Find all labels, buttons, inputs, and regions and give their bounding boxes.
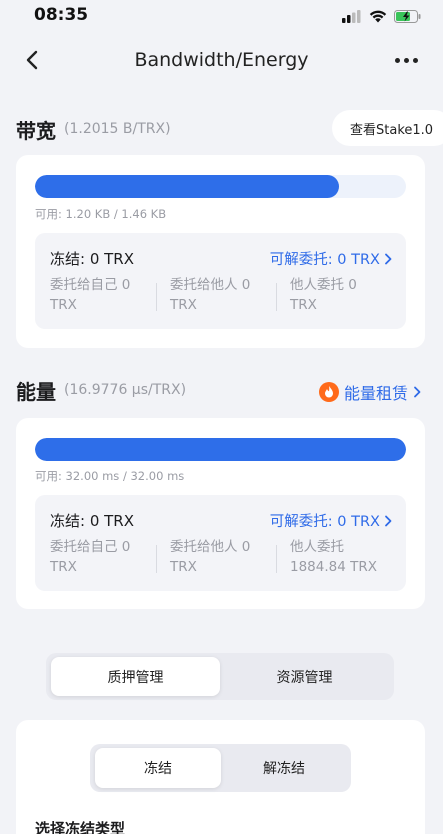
flame-icon	[318, 382, 339, 402]
bandwidth-rate: (1.2015 B/TRX)	[64, 121, 171, 137]
bandwidth-delegated-by-others: 他人委托 0 TRX	[290, 275, 357, 315]
energy-detail-box: 冻结: 0 TRX 可解委托: 0 TRX 委托给自己 0 TRX 委托给他人 …	[35, 495, 406, 591]
nav-bar: Bandwidth/Energy	[0, 34, 443, 88]
stat-label: 他人委托	[290, 539, 344, 555]
energy-undelegate-label: 可解委托: 0 TRX	[269, 514, 380, 530]
divider	[276, 545, 277, 573]
view-stake-button[interactable]: 查看Stake1.0	[332, 110, 443, 146]
stat-unit: TRX	[170, 297, 197, 313]
more-horizontal-icon	[412, 57, 418, 63]
energy-title: 能量	[16, 379, 56, 404]
stat-unit: TRX	[50, 297, 77, 313]
energy-delegated-by-others: 他人委托 1884.84 TRX	[290, 537, 377, 577]
more-button[interactable]	[391, 46, 421, 74]
energy-undelegate-link[interactable]: 可解委托: 0 TRX	[270, 510, 392, 531]
stat-unit: 1884.84 TRX	[290, 559, 377, 575]
energy-rent-link[interactable]: 能量租赁	[318, 380, 421, 404]
battery-charging-icon	[394, 8, 421, 27]
tab-freeze[interactable]: 冻结	[95, 748, 221, 788]
bandwidth-title: 带宽	[16, 118, 56, 143]
status-bar: 08:35	[0, 0, 443, 34]
stat-label: 委托给他人 0	[170, 539, 251, 555]
freeze-card: 冻结 解冻结 选择冻结类型	[16, 720, 425, 834]
energy-card: 可用: 32.00 ms / 32.00 ms 冻结: 0 TRX 可解委托: …	[16, 418, 425, 609]
energy-delegated-self: 委托给自己 0 TRX	[50, 537, 130, 577]
energy-rate: (16.9776 μs/TRX)	[64, 382, 187, 398]
stat-unit: TRX	[50, 559, 77, 575]
chevron-right-icon	[414, 386, 421, 398]
energy-usage: 可用: 32.00 ms / 32.00 ms	[35, 469, 185, 483]
tab-stake-manage[interactable]: 质押管理	[51, 657, 220, 696]
wifi-icon	[369, 8, 387, 27]
more-horizontal-icon	[394, 57, 400, 63]
bandwidth-card: 可用: 1.20 KB / 1.46 KB 冻结: 0 TRX 可解委托: 0 …	[16, 155, 425, 348]
more-horizontal-icon	[403, 57, 409, 63]
status-icons	[342, 8, 421, 27]
stat-label: 委托给自己 0	[50, 539, 131, 555]
bandwidth-frozen: 冻结: 0 TRX	[50, 250, 134, 268]
bandwidth-undelegate-link[interactable]: 可解委托: 0 TRX	[270, 248, 392, 269]
tab-unfreeze[interactable]: 解冻结	[221, 748, 347, 788]
stat-label: 委托给自己 0	[50, 277, 131, 293]
status-time: 08:35	[34, 5, 89, 25]
stat-unit: TRX	[290, 297, 317, 313]
divider	[156, 545, 157, 573]
stat-unit: TRX	[170, 559, 197, 575]
chevron-right-icon	[385, 253, 392, 264]
energy-delegated-others: 委托给他人 0 TRX	[170, 537, 250, 577]
bandwidth-delegated-others: 委托给他人 0 TRX	[170, 275, 250, 315]
energy-progress	[35, 438, 406, 461]
bandwidth-detail-box: 冻结: 0 TRX 可解委托: 0 TRX 委托给自己 0 TRX 委托给他人 …	[35, 233, 406, 329]
bandwidth-usage: 可用: 1.20 KB / 1.46 KB	[35, 207, 167, 221]
manage-segmented-control: 质押管理 资源管理	[46, 653, 394, 700]
bandwidth-progress	[35, 175, 406, 198]
energy-rent-label: 能量租赁	[343, 384, 408, 403]
choose-freeze-type-label: 选择冻结类型	[35, 820, 126, 834]
energy-frozen: 冻结: 0 TRX	[50, 512, 134, 530]
divider	[276, 283, 277, 311]
bandwidth-progress-fill	[35, 175, 340, 198]
tab-resource-manage[interactable]: 资源管理	[220, 657, 389, 696]
stat-label: 委托给他人 0	[170, 277, 251, 293]
chevron-right-icon	[385, 515, 392, 526]
cellular-signal-icon	[342, 8, 362, 27]
divider	[156, 283, 157, 311]
energy-progress-fill	[35, 438, 406, 461]
bandwidth-delegated-self: 委托给自己 0 TRX	[50, 275, 130, 315]
freeze-segmented-control: 冻结 解冻结	[90, 744, 351, 792]
page-title: Bandwidth/Energy	[134, 49, 309, 71]
bandwidth-undelegate-label: 可解委托: 0 TRX	[269, 252, 380, 268]
stat-label: 他人委托 0	[290, 277, 357, 293]
